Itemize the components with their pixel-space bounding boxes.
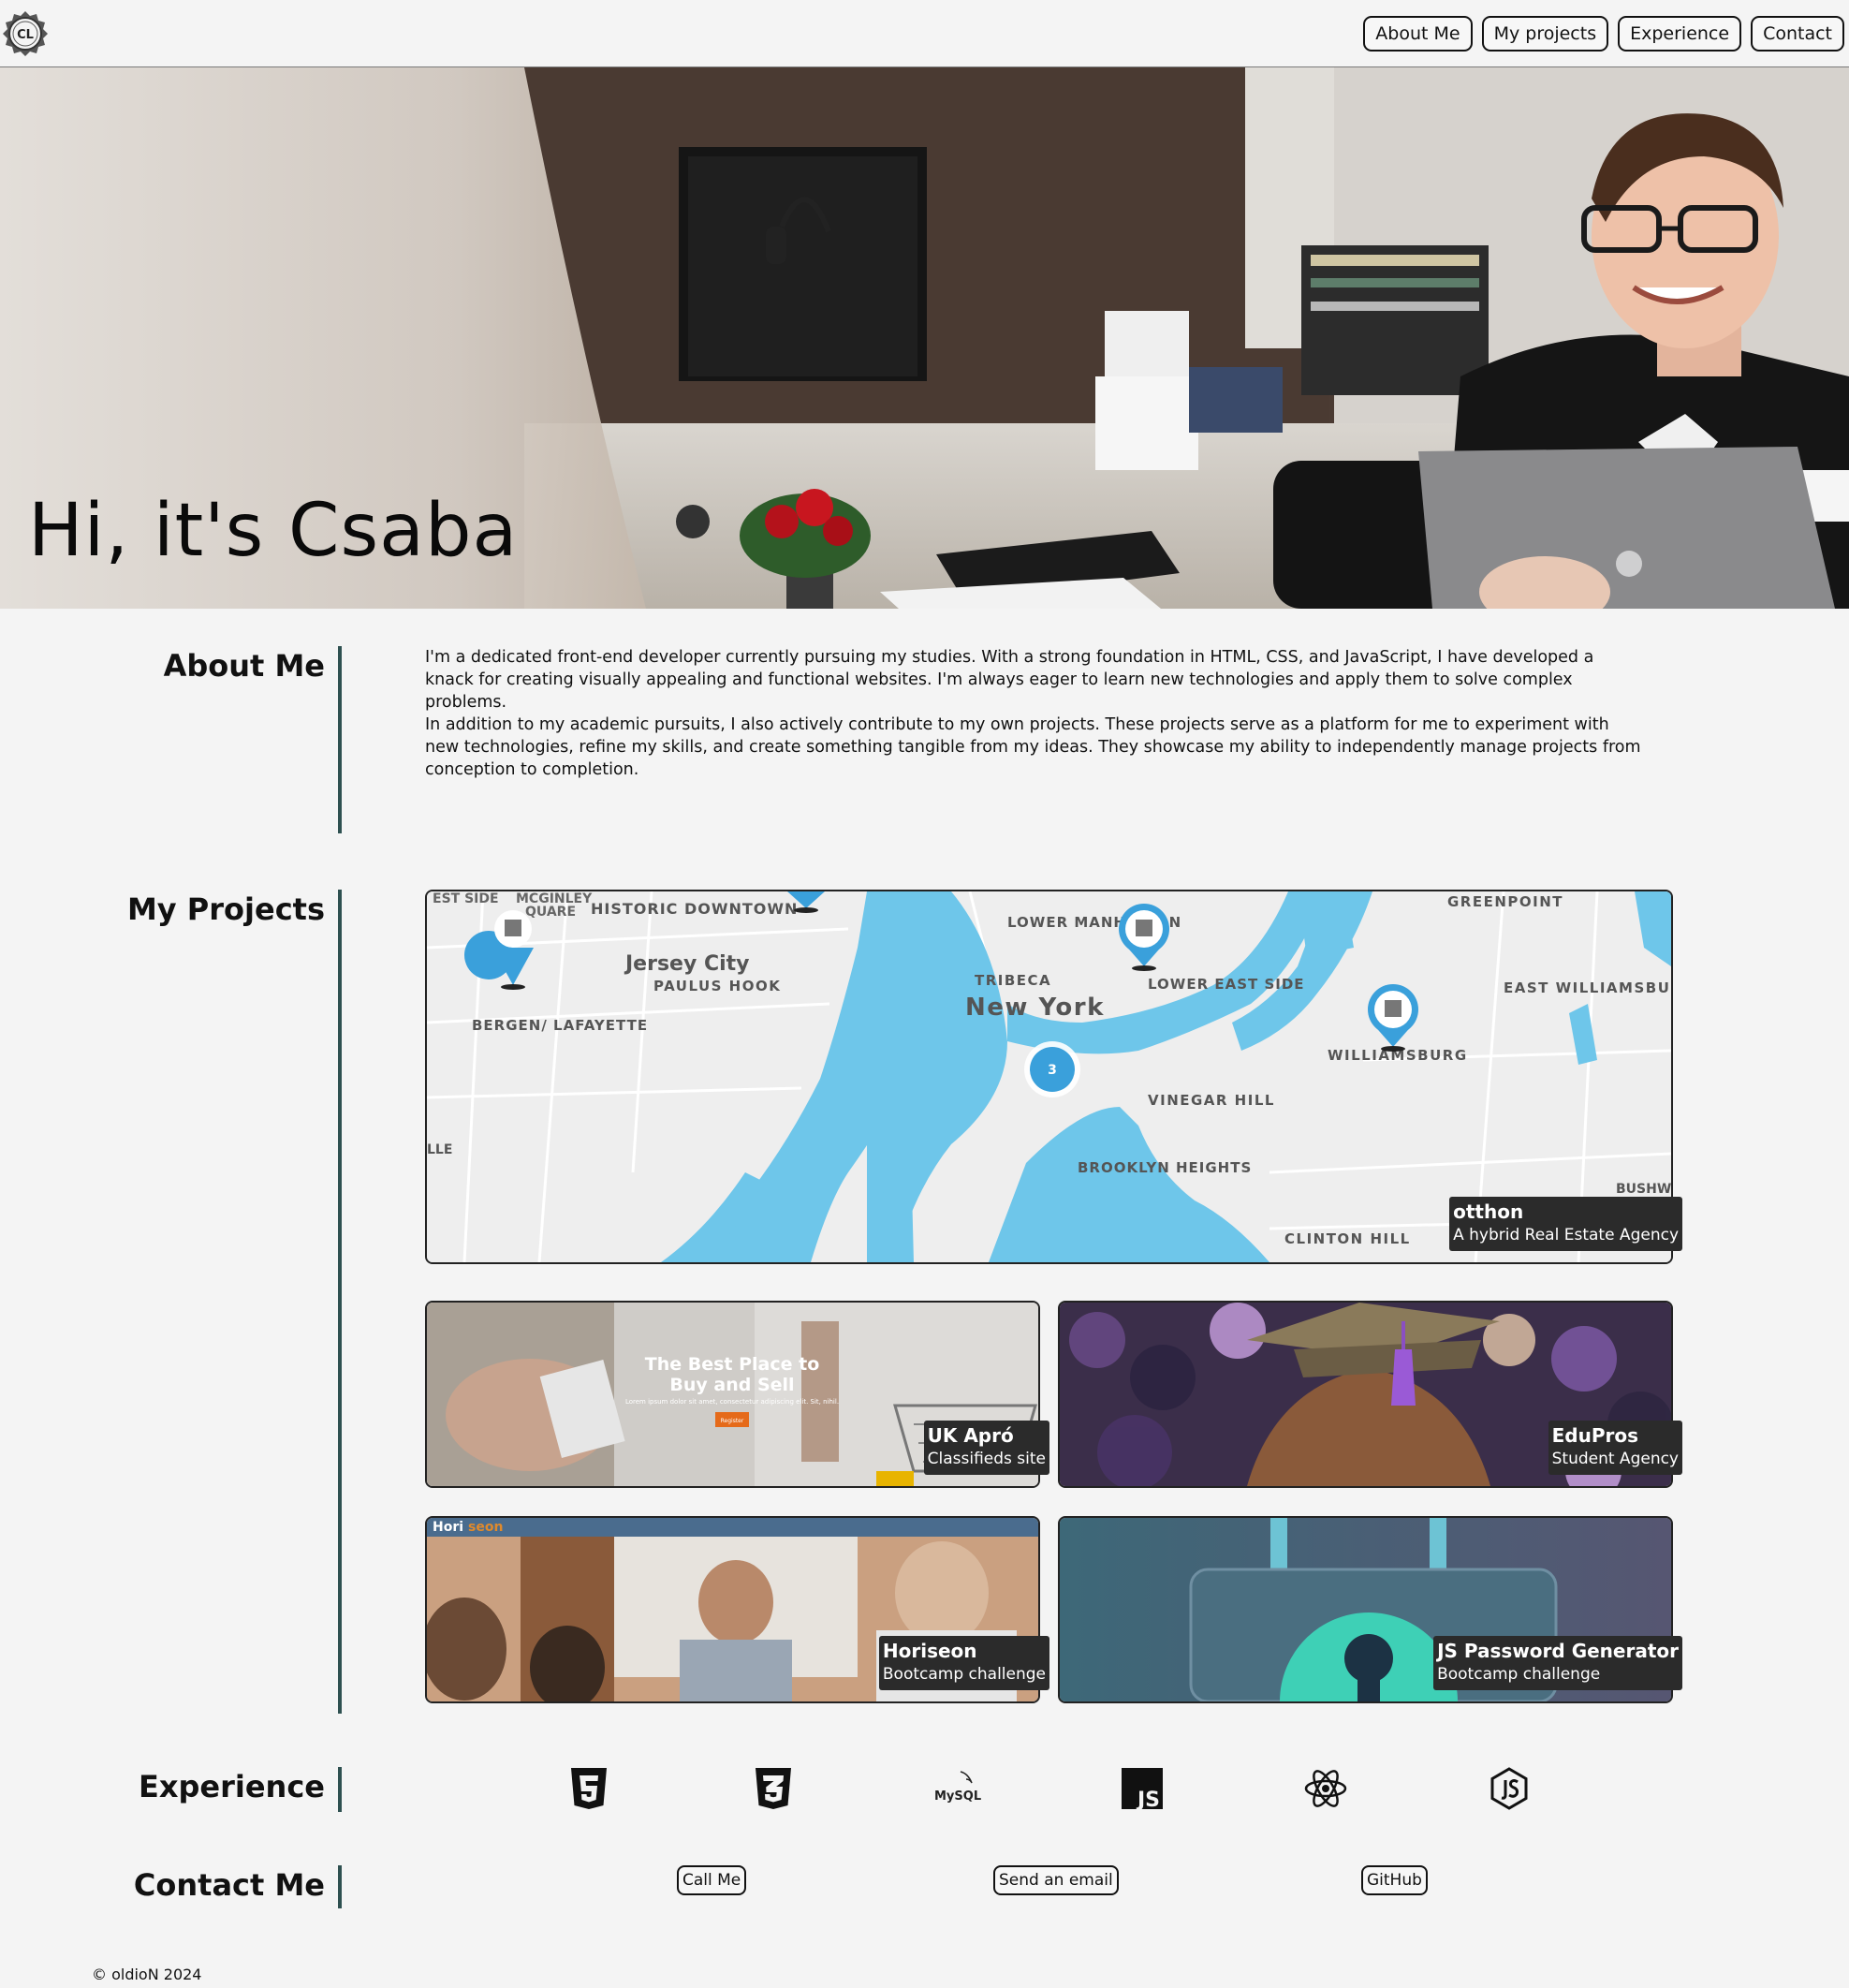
html5-icon <box>566 1766 611 1811</box>
logo[interactable]: CL <box>2 10 49 57</box>
map-label-historic-downtown: HISTORIC DOWNTOWN <box>591 900 798 918</box>
nav-contact-button[interactable]: Contact <box>1751 16 1844 52</box>
contact-divider <box>338 1865 342 1908</box>
call-me-button[interactable]: Call Me <box>677 1865 747 1895</box>
projects-divider <box>338 890 342 1714</box>
map-label-east-williamsburg: EAST WILLIAMSBURG <box>1504 979 1671 996</box>
project-title: UK Apró <box>927 1424 1014 1447</box>
experience-heading: Experience <box>138 1769 325 1804</box>
project-title: otthon <box>1453 1200 1524 1223</box>
project-caption-otthon: otthon A hybrid Real Estate Agency <box>1449 1197 1682 1251</box>
svg-text:seon: seon <box>468 1520 503 1535</box>
svg-text:QUARE: QUARE <box>525 905 576 920</box>
about-text: I'm a dedicated front-end developer curr… <box>425 646 1642 781</box>
send-email-button[interactable]: Send an email <box>993 1865 1119 1895</box>
logo-text: CL <box>17 28 34 42</box>
map-label-clinton-hill: CLINTON HILL <box>1284 1230 1411 1247</box>
svg-text:The Best Place to: The Best Place to <box>645 1354 820 1375</box>
project-card-otthon[interactable]: EST SIDE MCGINLEY QUARE HISTORIC DOWNTOW… <box>425 890 1682 1264</box>
map-label-tribeca: TRIBECA <box>975 972 1051 989</box>
project-subtitle: A hybrid Real Estate Agency <box>1453 1226 1679 1244</box>
map-label-lower-east-side: LOWER EAST SIDE <box>1148 976 1305 993</box>
map-label-greenpoint: GREENPOINT <box>1447 893 1563 910</box>
github-button[interactable]: GitHub <box>1361 1865 1428 1895</box>
mysql-icon: MySQL <box>932 1766 981 1811</box>
project-subtitle: Student Agency <box>1551 1450 1679 1468</box>
project-card-uk-apro[interactable]: The Best Place to Buy and Sell Lorem ips… <box>425 1301 1049 1488</box>
project-subtitle: Bootcamp challenge <box>882 1665 1046 1684</box>
project-subtitle: Classifieds site <box>927 1450 1046 1468</box>
project-subtitle: Bootcamp challenge <box>1437 1665 1601 1684</box>
nav-about-me-button[interactable]: About Me <box>1363 16 1473 52</box>
map-label-new-york: New York <box>965 994 1105 1022</box>
svg-text:3: 3 <box>1048 1063 1057 1078</box>
css3-icon <box>751 1766 796 1811</box>
project-card-js-password-generator[interactable]: JS Password Generator Bootcamp challenge <box>1058 1516 1682 1703</box>
main-nav: About Me My projects Experience Contact <box>1363 16 1844 52</box>
javascript-icon: JS <box>1120 1766 1165 1812</box>
experience-divider <box>338 1767 342 1812</box>
project-caption-uk-apro: UK Apró Classifieds site <box>923 1421 1049 1475</box>
svg-text:Lorem ipsum dolor sit amet, co: Lorem ipsum dolor sit amet, consectetur … <box>625 1398 839 1406</box>
react-icon <box>1303 1766 1348 1811</box>
nodejs-icon <box>1487 1766 1532 1811</box>
about-paragraph-2: In addition to my academic pursuits, I a… <box>425 715 1641 779</box>
project-card-horiseon[interactable]: Hori seon Horiseon Bootcamp challenge <box>425 1516 1049 1703</box>
svg-text:MySQL: MySQL <box>934 1789 981 1804</box>
project-caption-js-password-generator: JS Password Generator Bootcamp challenge <box>1433 1636 1682 1690</box>
map-label-paulus-hook: PAULUS HOOK <box>653 978 781 994</box>
map-cluster-marker: 3 <box>1024 1041 1080 1097</box>
project-caption-edupros: EduPros Student Agency <box>1548 1421 1682 1475</box>
top-navbar: CL About Me My projects Experience Conta… <box>0 0 1849 67</box>
project-caption-horiseon: Horiseon Bootcamp challenge <box>878 1636 1049 1690</box>
projects-heading: My Projects <box>126 891 325 927</box>
map-label-brooklyn-heights: BROOKLYN HEIGHTS <box>1078 1159 1252 1176</box>
svg-text:Buy and Sell: Buy and Sell <box>669 1375 794 1395</box>
about-heading: About Me <box>163 648 325 684</box>
svg-text:Register: Register <box>721 1418 744 1424</box>
svg-text:Hori: Hori <box>433 1520 463 1535</box>
map-label-vinegar-hill: VINEGAR HILL <box>1148 1092 1275 1109</box>
about-paragraph-1: I'm a dedicated front-end developer curr… <box>425 648 1594 712</box>
hero-banner: Hi, it's Csaba <box>0 67 1849 609</box>
project-title: JS Password Generator <box>1437 1640 1679 1662</box>
map-label-jersey-city: Jersey City <box>624 952 750 976</box>
project-title: EduPros <box>1551 1424 1638 1447</box>
svg-text:BUSHW: BUSHW <box>1616 1182 1671 1197</box>
project-title: Horiseon <box>882 1640 977 1662</box>
nav-my-projects-button[interactable]: My projects <box>1481 16 1609 52</box>
svg-text:JS: JS <box>1136 1789 1160 1811</box>
svg-text:LLE: LLE <box>427 1142 452 1157</box>
contact-heading: Contact Me <box>133 1867 325 1903</box>
logo-badge-icon: CL <box>3 11 48 56</box>
footer-copyright: © oldioN 2024 <box>92 1966 202 1983</box>
about-divider <box>338 646 342 833</box>
project-card-edupros[interactable]: EduPros Student Agency <box>1058 1301 1682 1488</box>
nav-experience-button[interactable]: Experience <box>1618 16 1742 52</box>
svg-text:EST SIDE: EST SIDE <box>433 891 499 906</box>
map-label-bergen-lafayette: BERGEN/ LAFAYETTE <box>472 1017 648 1034</box>
hero-title: Hi, it's Csaba <box>28 489 519 573</box>
